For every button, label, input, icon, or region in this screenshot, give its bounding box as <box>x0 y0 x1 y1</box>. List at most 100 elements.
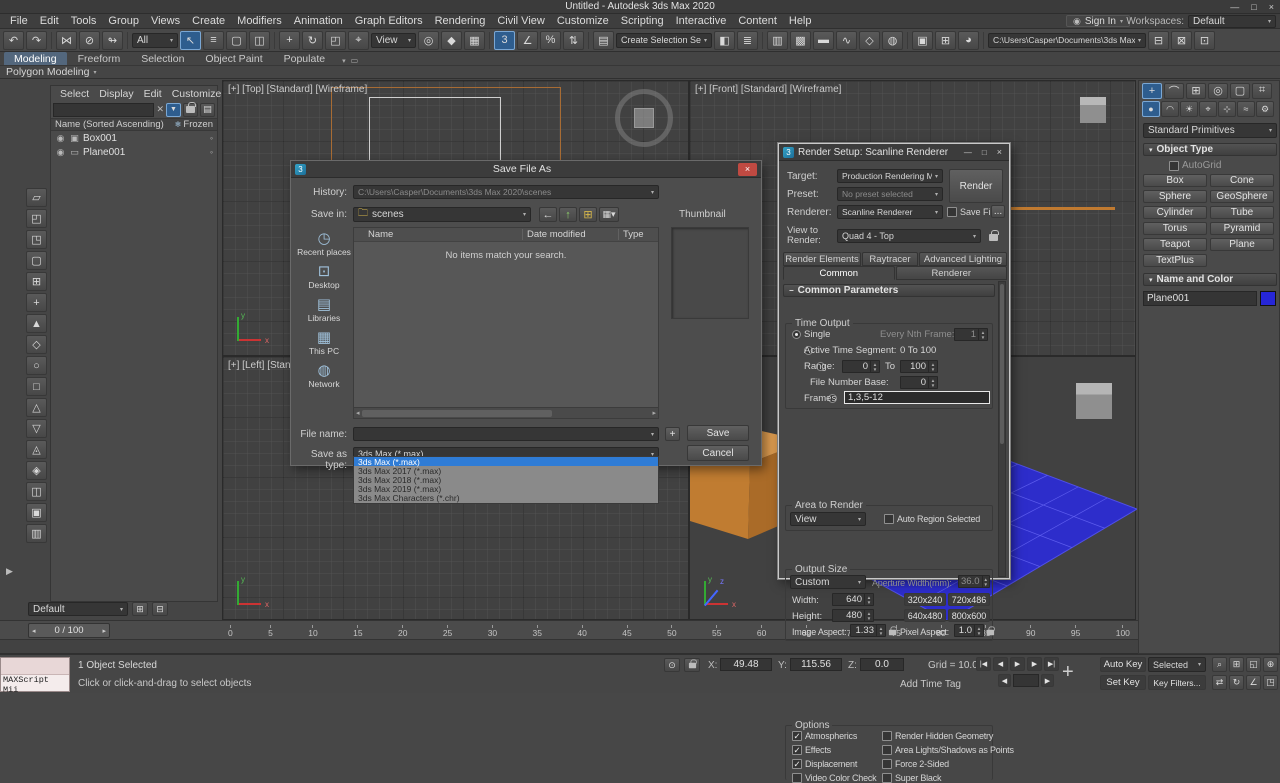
viewcube[interactable] <box>615 89 673 147</box>
track-bar[interactable] <box>0 640 1138 654</box>
modeling-tool-icon[interactable]: ▲ <box>26 314 47 333</box>
material-editor-icon[interactable]: ◍ <box>882 31 903 50</box>
save-in-dropdown[interactable]: 🗀 scenes▾ <box>353 207 531 222</box>
systems-category-icon[interactable]: ⚙ <box>1256 101 1274 117</box>
ribbon-tab-populate[interactable]: Populate <box>274 52 335 65</box>
menu-item[interactable]: File <box>4 14 34 28</box>
frames-input[interactable]: 1,3,5-12 <box>844 391 990 404</box>
named-selection-sets-dropdown[interactable]: Create Selection Se▾ <box>616 33 712 48</box>
selection-filter-dropdown[interactable]: All▾ <box>132 33 178 48</box>
file-type-option[interactable]: 3ds Max Characters (*.chr) <box>354 494 658 503</box>
rendered-frame-window-icon[interactable]: ⊞ <box>935 31 956 50</box>
tab-renderer[interactable]: Renderer <box>896 266 1008 280</box>
key-step-icon[interactable]: ▶ <box>1041 674 1054 687</box>
primitive-button[interactable]: Cylinder <box>1143 206 1207 219</box>
clear-search-icon[interactable]: ✕ <box>156 104 164 115</box>
minimize-icon[interactable]: — <box>961 148 975 157</box>
use-pivot-point-center-icon[interactable]: ◎ <box>418 31 439 50</box>
save-button[interactable]: Save <box>687 425 749 441</box>
shapes-category-icon[interactable]: ◠ <box>1161 101 1179 117</box>
select-and-scale-icon[interactable]: ◰ <box>325 31 346 50</box>
image-aspect-lock-icon[interactable] <box>888 627 897 639</box>
ribbon-tab-object-paint[interactable]: Object Paint <box>195 52 272 65</box>
viewport-left-label[interactable]: [+] [Left] [Stan <box>228 360 291 371</box>
rectangular-selection-region-icon[interactable]: ▢ <box>226 31 247 50</box>
visibility-icon[interactable]: ◉ <box>55 133 66 144</box>
mirror-icon[interactable]: ◧ <box>714 31 735 50</box>
select-and-rotate-icon[interactable]: ↻ <box>302 31 323 50</box>
select-and-manipulate-icon[interactable]: ◆ <box>441 31 462 50</box>
tab-raytracer[interactable]: Raytracer <box>862 252 918 266</box>
orbit-icon[interactable]: ↻ <box>1229 675 1244 690</box>
primitive-button[interactable]: TextPlus <box>1143 254 1207 267</box>
modeling-tool-icon[interactable]: ◈ <box>26 461 47 480</box>
primitive-button[interactable]: Torus <box>1143 222 1207 235</box>
keyboard-shortcut-override-icon[interactable]: ▦ <box>464 31 485 50</box>
modeling-tool-icon[interactable]: ◬ <box>26 440 47 459</box>
explorer-menu-item[interactable]: Edit <box>139 88 167 100</box>
save-file-checkbox[interactable]: Save File <box>947 207 998 217</box>
object-name-field[interactable]: Plane001 <box>1143 291 1257 306</box>
viewport-top-label[interactable]: [+] [Top] [Standard] [Wireframe] <box>228 84 367 95</box>
time-slider-thumb[interactable]: ◂ 0 / 100 ▸ <box>28 623 110 638</box>
filter-icon[interactable]: ▼ <box>166 103 181 117</box>
field-of-view-icon[interactable]: ∠ <box>1246 675 1261 690</box>
effects-checkbox[interactable]: ✓Effects <box>792 745 831 755</box>
video-color-check-checkbox[interactable]: Video Color Check <box>792 773 876 783</box>
snaps-toggle-icon[interactable]: 3 <box>494 31 515 50</box>
menu-item[interactable]: Group <box>102 14 145 28</box>
modify-tab-icon[interactable]: ⌒ <box>1164 83 1184 99</box>
explorer-row[interactable]: ◉ ▭ Plane001 ◦ <box>51 145 217 159</box>
render-hidden-geometry-checkbox[interactable]: Render Hidden Geometry <box>882 731 993 741</box>
primitive-button[interactable]: Sphere <box>1143 190 1207 203</box>
place-item[interactable]: ▦ This PC <box>297 330 351 356</box>
modeling-tool-icon[interactable]: ◇ <box>26 335 47 354</box>
ribbon-tab-freeform[interactable]: Freeform <box>68 52 131 65</box>
primitive-button[interactable]: Pyramid <box>1210 222 1274 235</box>
helpers-category-icon[interactable]: ⊹ <box>1218 101 1236 117</box>
next-frame-arrow-icon[interactable]: ▸ <box>102 627 106 635</box>
frozen-toggle-icon[interactable]: ◦ <box>206 147 217 157</box>
motion-tab-icon[interactable]: ◎ <box>1208 83 1228 99</box>
save-file-browse-button[interactable]: ... <box>991 205 1005 218</box>
isolate-selection-icon[interactable]: ⊙ <box>664 658 680 672</box>
create-new-folder-icon[interactable]: ⊞ <box>579 207 597 222</box>
viewport-front-label[interactable]: [+] [Front] [Standard] [Wireframe] <box>695 84 841 95</box>
close-icon[interactable]: × <box>994 147 1005 157</box>
menu-item[interactable]: Scripting <box>615 14 670 28</box>
expand-toolbar-icon[interactable]: ▶ <box>6 566 13 577</box>
auto-key-button[interactable]: Auto Key <box>1100 657 1146 672</box>
workspace-tool-icon[interactable]: ⊟ <box>1148 31 1169 50</box>
menu-item[interactable]: Views <box>145 14 186 28</box>
explorer-save-icon[interactable]: ⊟ <box>152 602 168 616</box>
scroll-left-icon[interactable]: ◂ <box>354 409 362 417</box>
ribbon-tab-modeling[interactable]: Modeling <box>4 52 67 65</box>
toggle-ribbon-icon[interactable]: ▬ <box>813 31 834 50</box>
preset-800x600-button[interactable]: 800x600 <box>948 609 990 622</box>
large-plus-icon[interactable]: + <box>1062 661 1074 684</box>
explorer-add-icon[interactable]: ⊞ <box>132 602 148 616</box>
scrollbar-thumb[interactable] <box>1000 284 1004 444</box>
primitive-button[interactable]: GeoSphere <box>1210 190 1274 203</box>
plus-button[interactable]: + <box>665 427 680 441</box>
modeling-tool-icon[interactable]: ◳ <box>26 230 47 249</box>
select-object-icon[interactable]: ↖ <box>180 31 201 50</box>
tab-render-elements[interactable]: Render Elements <box>783 252 861 266</box>
reference-coordinate-dropdown[interactable]: View▾ <box>371 33 416 48</box>
add-time-tag[interactable]: Add Time Tag <box>900 679 961 690</box>
modeling-tool-icon[interactable]: △ <box>26 398 47 417</box>
file-list[interactable]: Name Date modified Type No items match y… <box>353 227 659 419</box>
menu-item[interactable]: Graph Editors <box>349 14 429 28</box>
go-to-start-button[interactable]: |◀ <box>976 657 991 671</box>
maximize-button[interactable]: □ <box>1251 2 1256 12</box>
menu-item[interactable]: Content <box>732 14 783 28</box>
menu-item[interactable]: Animation <box>288 14 349 28</box>
spinner-snap-icon[interactable]: ⇅ <box>563 31 584 50</box>
create-tab-icon[interactable]: + <box>1142 83 1162 99</box>
maximize-icon[interactable]: □ <box>979 148 990 157</box>
modeling-tool-icon[interactable]: ▢ <box>26 251 47 270</box>
play-button[interactable]: ▶ <box>1010 657 1025 671</box>
zoom-extents-icon[interactable]: ◱ <box>1246 657 1261 672</box>
scroll-right-icon[interactable]: ▸ <box>650 409 658 417</box>
toggle-layer-explorer-icon[interactable]: ▩ <box>790 31 811 50</box>
